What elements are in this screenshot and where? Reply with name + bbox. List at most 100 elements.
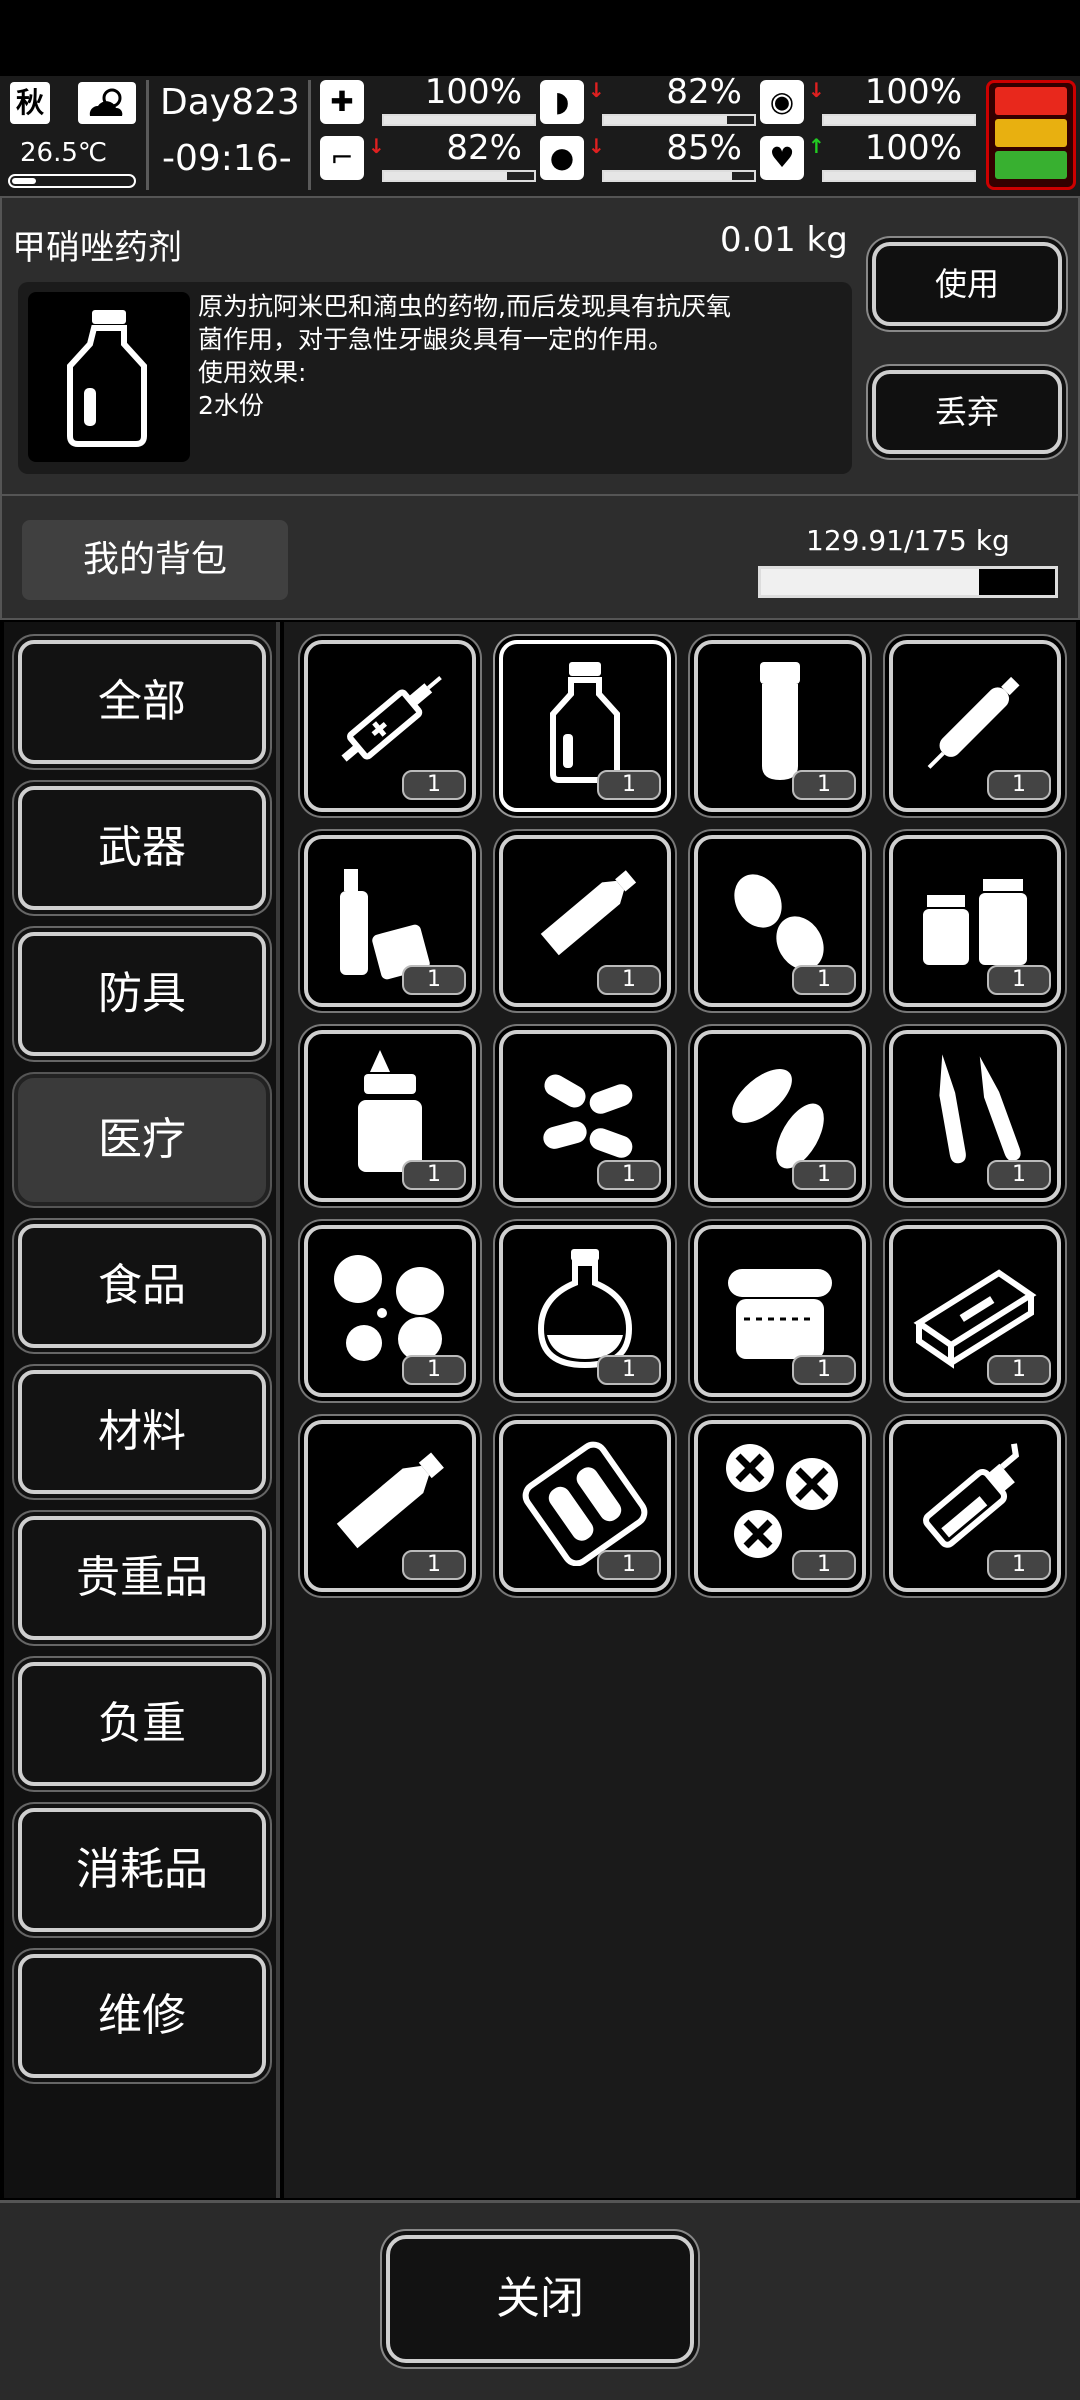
category-tab[interactable]: 材料: [18, 1370, 266, 1494]
category-tab[interactable]: 贵重品: [18, 1516, 266, 1640]
inventory-slot[interactable]: 1: [889, 1420, 1061, 1592]
stat-bar: [602, 170, 756, 182]
season-badge: 秋: [10, 82, 50, 124]
inventory-slot[interactable]: 1: [499, 835, 671, 1007]
stat-medkit: ✚ 100%: [320, 72, 536, 126]
weather-icon: [78, 82, 136, 124]
trend-arrow-icon: ↑: [808, 134, 825, 158]
footer: 关闭: [0, 2200, 1080, 2400]
stat-bar: [822, 114, 976, 126]
category-tab[interactable]: 食品: [18, 1224, 266, 1348]
inventory-slot[interactable]: 1: [304, 1030, 476, 1202]
water-drop-icon: ●: [540, 136, 584, 180]
inventory-slot[interactable]: 1: [694, 1225, 866, 1397]
inventory-slot[interactable]: 1: [304, 1420, 476, 1592]
trend-arrow-icon: ↓: [588, 134, 605, 158]
item-count-badge: 1: [402, 770, 466, 800]
bladder-icon: ◉: [760, 80, 804, 124]
category-tab[interactable]: 防具: [18, 932, 266, 1056]
pill-jars-icon: [923, 879, 1027, 965]
danger-level-indicator: [986, 80, 1076, 190]
item-count-badge: 1: [792, 1160, 856, 1190]
stat-value: 100%: [864, 72, 962, 112]
description-line: 原为抗阿米巴和滴虫的药物,而后发现具有抗厌氧: [198, 292, 731, 321]
stat-water-drop: ● ↓ 85%: [540, 128, 756, 182]
item-count-badge: 1: [987, 1355, 1051, 1385]
capsules-icon: [543, 1074, 633, 1158]
status-bar: 秋 26.5℃ Day823 -09:16- ✚ 100% ◗ ↓ 82% ◉ ↓ 100% ⌐…: [0, 72, 1080, 196]
thermometer-icon: [8, 174, 136, 188]
category-tab[interactable]: 医疗: [18, 1078, 266, 1202]
item-count-badge: 1: [792, 1355, 856, 1385]
item-count-badge: 1: [987, 965, 1051, 995]
item-count-badge: 1: [987, 1550, 1051, 1580]
dropper-bottle-icon: [358, 1050, 422, 1172]
blister-pack-icon: [522, 1441, 648, 1566]
stat-value: 100%: [864, 128, 962, 168]
item-detail-panel: 甲硝唑药剂 0.01 kg 原为抗阿米巴和滴虫的药物,而后发现具有抗厌氧 菌作用…: [0, 196, 1080, 496]
category-tab[interactable]: 负重: [18, 1662, 266, 1786]
danger-yellow: [995, 119, 1067, 147]
inventory-slot[interactable]: 1: [499, 1225, 671, 1397]
stat-heart: ♥ ↑ 100%: [760, 128, 976, 182]
test-tube-icon: [760, 662, 800, 780]
description-line: 使用效果:: [198, 358, 307, 387]
clock-time: -09:16-: [162, 138, 292, 179]
item-grid: 1 1 1 1 1 1 1 1 1 1 1 1 1 1 1 1 1 1 1 1: [284, 622, 1076, 2198]
stat-value: 82%: [446, 128, 522, 168]
spray-can-icon: [923, 1443, 1020, 1548]
inventory-slot[interactable]: 1: [499, 640, 671, 812]
item-count-badge: 1: [402, 965, 466, 995]
trend-arrow-icon: ↓: [368, 134, 385, 158]
inventory-slot[interactable]: 1: [889, 1030, 1061, 1202]
use-button[interactable]: 使用: [872, 242, 1062, 326]
cross-tablets-icon: [726, 1444, 838, 1558]
discard-button[interactable]: 丢弃: [872, 370, 1062, 454]
category-tab[interactable]: 维修: [18, 1954, 266, 2078]
inventory-slot[interactable]: 1: [694, 1420, 866, 1592]
scored-pills-icon: [334, 1255, 444, 1361]
inventory-slot[interactable]: 1: [694, 835, 866, 1007]
stat-bladder: ◉ ↓ 100%: [760, 72, 976, 126]
stat-bar: [822, 170, 976, 182]
inventory-slot[interactable]: 1: [304, 1225, 476, 1397]
item-count-badge: 1: [792, 965, 856, 995]
inventory-slot[interactable]: 1: [694, 640, 866, 812]
inventory-slot[interactable]: 1: [499, 1030, 671, 1202]
category-tab[interactable]: 武器: [18, 786, 266, 910]
stat-bar-fill: [604, 172, 732, 180]
temperature-value: 26.5℃: [20, 138, 108, 168]
spray-bottles-icon: [340, 869, 430, 980]
item-info-box: 原为抗阿米巴和滴虫的药物,而后发现具有抗厌氧 菌作用，对于急性牙龈炎具有一定的作…: [18, 282, 852, 474]
inventory-slot[interactable]: 1: [694, 1030, 866, 1202]
medicine-bottle-icon: [550, 662, 620, 783]
inventory-slot[interactable]: 1: [499, 1420, 671, 1592]
leg-icon: ⌐: [320, 136, 364, 180]
inventory-slot[interactable]: 1: [889, 1225, 1061, 1397]
medicine-bottle-icon: [28, 292, 190, 462]
item-count-badge: 1: [792, 1550, 856, 1580]
ointment-jar-icon: [728, 1269, 832, 1359]
item-count-badge: 1: [402, 1160, 466, 1190]
inventory-slot[interactable]: 1: [304, 835, 476, 1007]
inventory-slot[interactable]: 1: [304, 640, 476, 812]
stat-bar: [602, 114, 756, 126]
injection-pen-icon: [927, 676, 1020, 769]
category-tab[interactable]: 消耗品: [18, 1808, 266, 1932]
item-count-badge: 1: [597, 1355, 661, 1385]
divider: [146, 80, 149, 190]
oval-pills-icon: [732, 1069, 824, 1169]
inventory-slot[interactable]: 1: [889, 835, 1061, 1007]
stat-value: 100%: [424, 72, 522, 112]
capacity-bar: [758, 566, 1058, 598]
stat-leg: ⌐ ↓ 82%: [320, 128, 536, 182]
item-description: 原为抗阿米巴和滴虫的药物,而后发现具有抗厌氧 菌作用，对于急性牙龈炎具有一定的作…: [198, 290, 838, 422]
close-button[interactable]: 关闭: [386, 2235, 694, 2363]
category-tab[interactable]: 全部: [18, 640, 266, 764]
item-count-badge: 1: [987, 1160, 1051, 1190]
inventory-slot[interactable]: 1: [889, 640, 1061, 812]
danger-red: [995, 87, 1067, 115]
trend-arrow-icon: ↓: [808, 78, 825, 102]
stat-bar: [382, 170, 536, 182]
capacity-text: 129.91/175 kg: [806, 524, 1010, 557]
